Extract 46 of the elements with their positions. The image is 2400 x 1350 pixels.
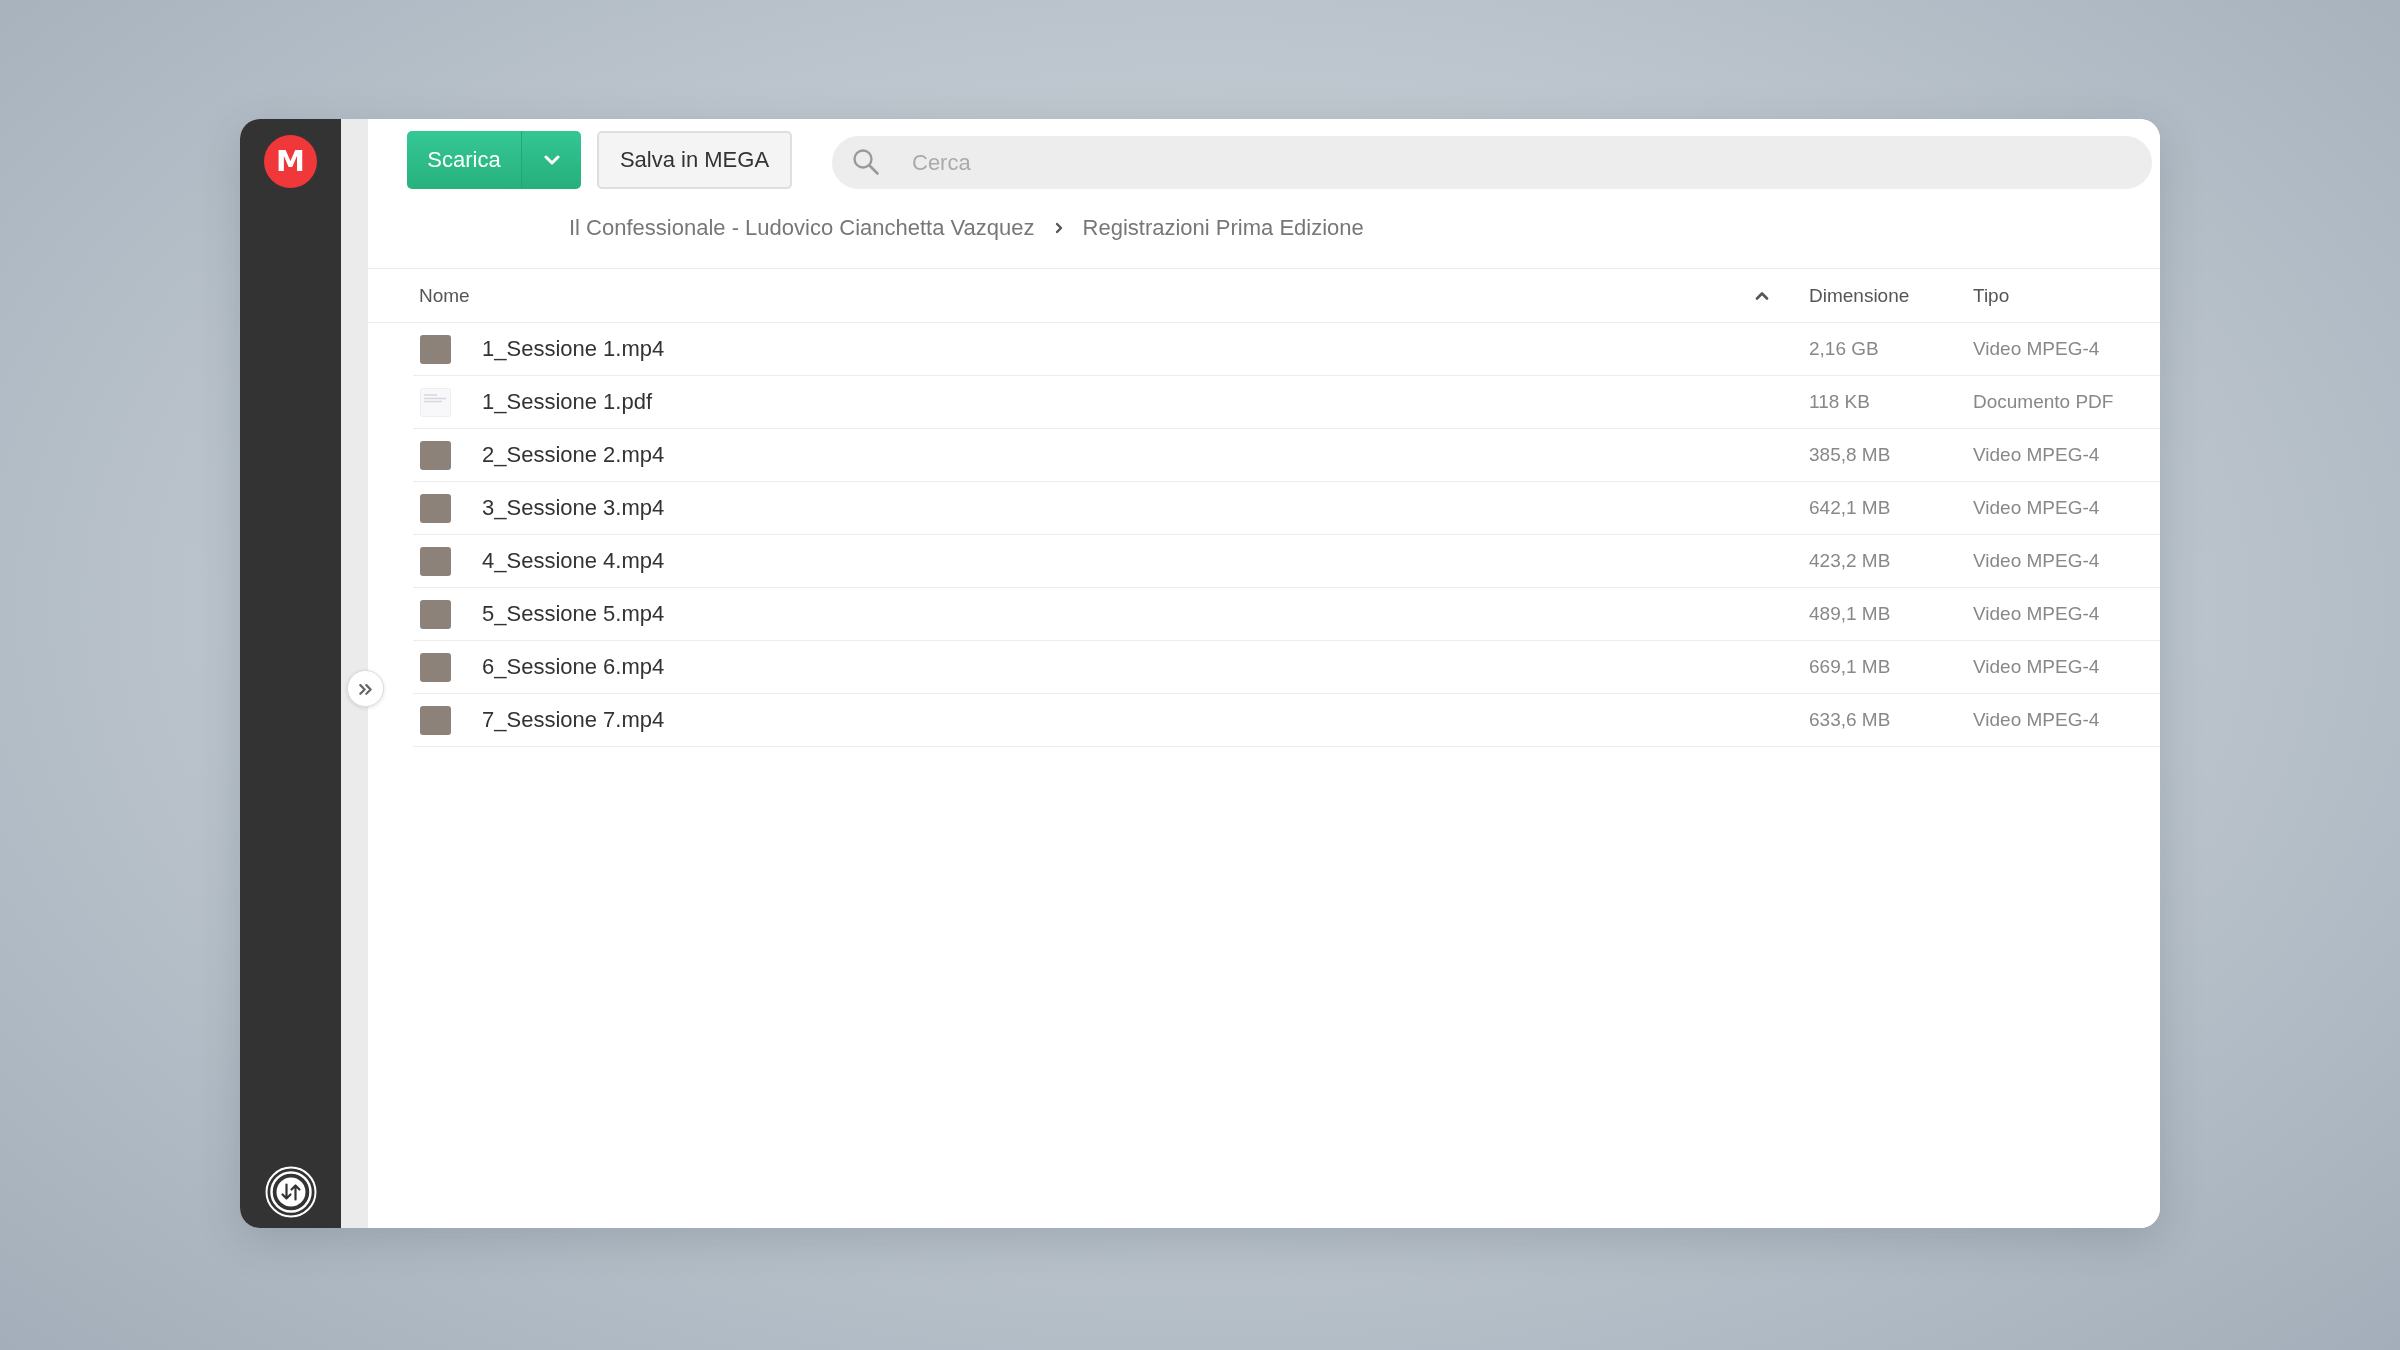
- file-name[interactable]: 1_Sessione 1.mp4: [482, 336, 665, 362]
- file-name[interactable]: 4_Sessione 4.mp4: [482, 548, 665, 574]
- file-size: 669,1 MB: [1809, 656, 1891, 678]
- file-name[interactable]: 2_Sessione 2.mp4: [482, 442, 665, 468]
- column-header[interactable]: Nome: [419, 284, 470, 307]
- file-type: Video MPEG-4: [1973, 603, 2100, 625]
- photo-placeholder: [420, 546, 451, 576]
- file-type: Video MPEG-4: [1973, 550, 2100, 572]
- search-field[interactable]: Cerca: [832, 136, 2152, 189]
- file-type: Video MPEG-4: [1973, 444, 2100, 466]
- file-name[interactable]: 5_Sessione 5.mp4: [482, 601, 665, 627]
- double-chevron-icon: [358, 682, 373, 695]
- photo-placeholder: [420, 440, 451, 470]
- breadcrumb-link[interactable]: Registrazioni Prima Edizione: [1082, 208, 1364, 248]
- file-name[interactable]: 3_Sessione 3.mp4: [482, 495, 665, 521]
- file-name[interactable]: 7_Sessione 7.mp4: [482, 707, 665, 733]
- photo-placeholder: [420, 334, 451, 364]
- search-icon: [852, 148, 880, 176]
- document-icon: [420, 387, 451, 417]
- save-to-cloud-button[interactable]: Salva in MEGA: [597, 131, 792, 189]
- column-header[interactable]: Tipo: [1973, 284, 2010, 307]
- chevron-right-icon: [1054, 222, 1063, 234]
- file-size: 118 KB: [1809, 391, 1870, 413]
- file-name[interactable]: 6_Sessione 6.mp4: [482, 654, 665, 680]
- file-size: 385,8 MB: [1809, 444, 1891, 466]
- file-type: Documento PDF: [1973, 391, 2114, 413]
- file-size: 633,6 MB: [1809, 709, 1891, 731]
- column-header[interactable]: Dimensione: [1809, 284, 1910, 307]
- breadcrumb-link[interactable]: Il Confessionale - Ludovico Cianchetta Vazquez: [569, 208, 1035, 248]
- photo-placeholder: [420, 599, 451, 629]
- file-name[interactable]: 1_Sessione 1.pdf: [482, 389, 653, 415]
- file-type: Video MPEG-4: [1973, 709, 2100, 731]
- file-type: Video MPEG-4: [1973, 656, 2100, 678]
- photo-placeholder: [420, 652, 451, 682]
- file-type: Video MPEG-4: [1973, 338, 2100, 360]
- file-size: 423,2 MB: [1809, 550, 1891, 572]
- file-size: 2,16 GB: [1809, 338, 1879, 360]
- photo-placeholder: [420, 705, 451, 735]
- up-down-arrows-icon[interactable]: [264, 1166, 317, 1218]
- chevron-down-icon: [543, 155, 560, 165]
- photo-placeholder: [420, 493, 451, 523]
- file-size: 489,1 MB: [1809, 603, 1891, 625]
- file-type: Video MPEG-4: [1973, 497, 2100, 519]
- caret-up-icon[interactable]: [1755, 291, 1769, 300]
- logo[interactable]: M: [264, 135, 317, 188]
- file-size: 642,1 MB: [1809, 497, 1891, 519]
